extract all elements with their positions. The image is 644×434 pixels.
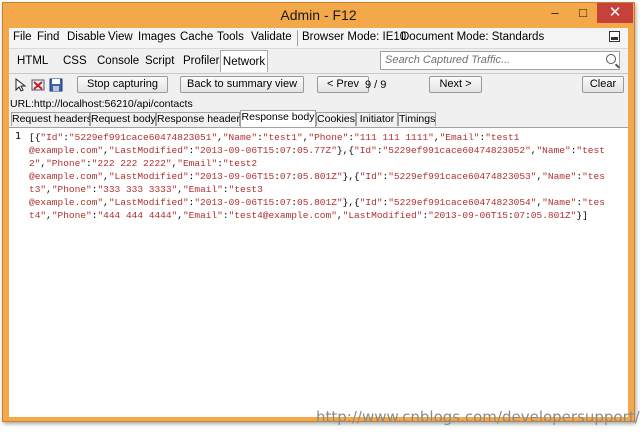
subtab-request-headers[interactable]: Request headers <box>11 112 92 126</box>
close-button[interactable]: ✕ <box>597 3 633 23</box>
code-line: 2","Phone":"222 222 2222","Email":"test2 <box>29 158 258 169</box>
request-counter: 9 / 9 <box>365 79 387 91</box>
save-icon[interactable] <box>49 78 63 92</box>
menu-browser-mode[interactable]: Browser Mode: IE10 <box>302 31 406 43</box>
title-bar[interactable]: Admin - F12 – □ ✕ <box>3 3 634 28</box>
subtab-response-headers[interactable]: Response headers <box>156 112 245 126</box>
search-icon[interactable] <box>606 54 616 64</box>
menu-cache[interactable]: Cache <box>180 31 213 43</box>
menu-file[interactable]: File <box>13 31 32 43</box>
minimize-button[interactable]: – <box>541 3 569 23</box>
subtab-timings[interactable]: Timings <box>398 112 436 126</box>
response-body-editor[interactable]: 1 [{"Id":"5229ef991cace60474823051","Nam… <box>9 127 628 417</box>
clear-cache-icon[interactable] <box>31 78 45 92</box>
menu-separator <box>297 30 298 46</box>
code-line: @example.com","LastModified":"2013-09-06… <box>29 145 605 156</box>
tab-html[interactable]: HTML <box>17 55 48 67</box>
back-to-summary-button[interactable]: Back to summary view <box>180 76 304 93</box>
unpin-icon[interactable] <box>609 31 620 42</box>
line-number: 1 <box>15 131 22 142</box>
response-body-code[interactable]: [{"Id":"5229ef991cace60474823051","Name"… <box>29 131 625 222</box>
menu-images[interactable]: Images <box>138 31 176 43</box>
devtools-client: File Find Disable View Images Cache Tool… <box>9 28 628 417</box>
detail-tabs: Request headers Request body Response he… <box>9 110 628 127</box>
tab-console[interactable]: Console <box>97 55 139 67</box>
menu-document-mode[interactable]: Document Mode: Standards <box>401 31 544 43</box>
menu-view[interactable]: View <box>108 31 133 43</box>
watermark-text: http://www.cnblogs.com/developersupport/ <box>316 408 640 426</box>
menu-find[interactable]: Find <box>37 31 59 43</box>
tab-profiler[interactable]: Profiler <box>183 55 219 67</box>
stop-capturing-button[interactable]: Stop capturing <box>77 76 168 93</box>
menu-disable[interactable]: Disable <box>67 31 105 43</box>
tab-css[interactable]: CSS <box>63 55 87 67</box>
code-line: [{"Id":"5229ef991cace60474823051","Name"… <box>29 132 520 143</box>
tab-network-label: Network <box>222 56 266 68</box>
line-gutter: 1 <box>9 128 26 417</box>
next-button[interactable]: Next > <box>429 76 482 93</box>
prev-button[interactable]: < Prev <box>317 76 369 93</box>
menu-tools[interactable]: Tools <box>217 31 244 43</box>
window-title: Admin - F12 <box>280 7 357 23</box>
network-toolbar: Stop capturing Back to summary view < Pr… <box>9 74 628 96</box>
code-line: @example.com","LastModified":"2013-09-06… <box>29 171 605 182</box>
tab-script[interactable]: Script <box>145 55 174 67</box>
tab-bar: HTML CSS Console Script Profiler Network… <box>9 49 628 74</box>
f12-window: Admin - F12 – □ ✕ File Find Disable View… <box>2 2 635 422</box>
code-line: t4","Phone":"444 444 4444","Email":"test… <box>29 210 588 221</box>
request-url: URL:http://localhost:56210/api/contacts <box>10 98 193 110</box>
code-line: @example.com","LastModified":"2013-09-06… <box>29 197 605 208</box>
menu-bar: File Find Disable View Images Cache Tool… <box>9 28 628 49</box>
code-line: t3","Phone":"333 333 3333","Email":"test… <box>29 184 263 195</box>
search-input[interactable]: Search Captured Traffic... <box>380 51 620 70</box>
subtab-initiator[interactable]: Initiator <box>356 112 398 126</box>
tab-network[interactable]: Network <box>220 50 268 72</box>
search-placeholder: Search Captured Traffic... <box>385 54 511 66</box>
subtab-request-body[interactable]: Request body <box>90 112 156 126</box>
subtab-response-body[interactable]: Response body <box>240 110 316 127</box>
select-element-icon[interactable] <box>13 78 27 92</box>
maximize-button[interactable]: □ <box>569 3 597 23</box>
menu-validate[interactable]: Validate <box>251 31 292 43</box>
clear-button[interactable]: Clear <box>582 76 624 93</box>
subtab-cookies[interactable]: Cookies <box>316 112 356 126</box>
